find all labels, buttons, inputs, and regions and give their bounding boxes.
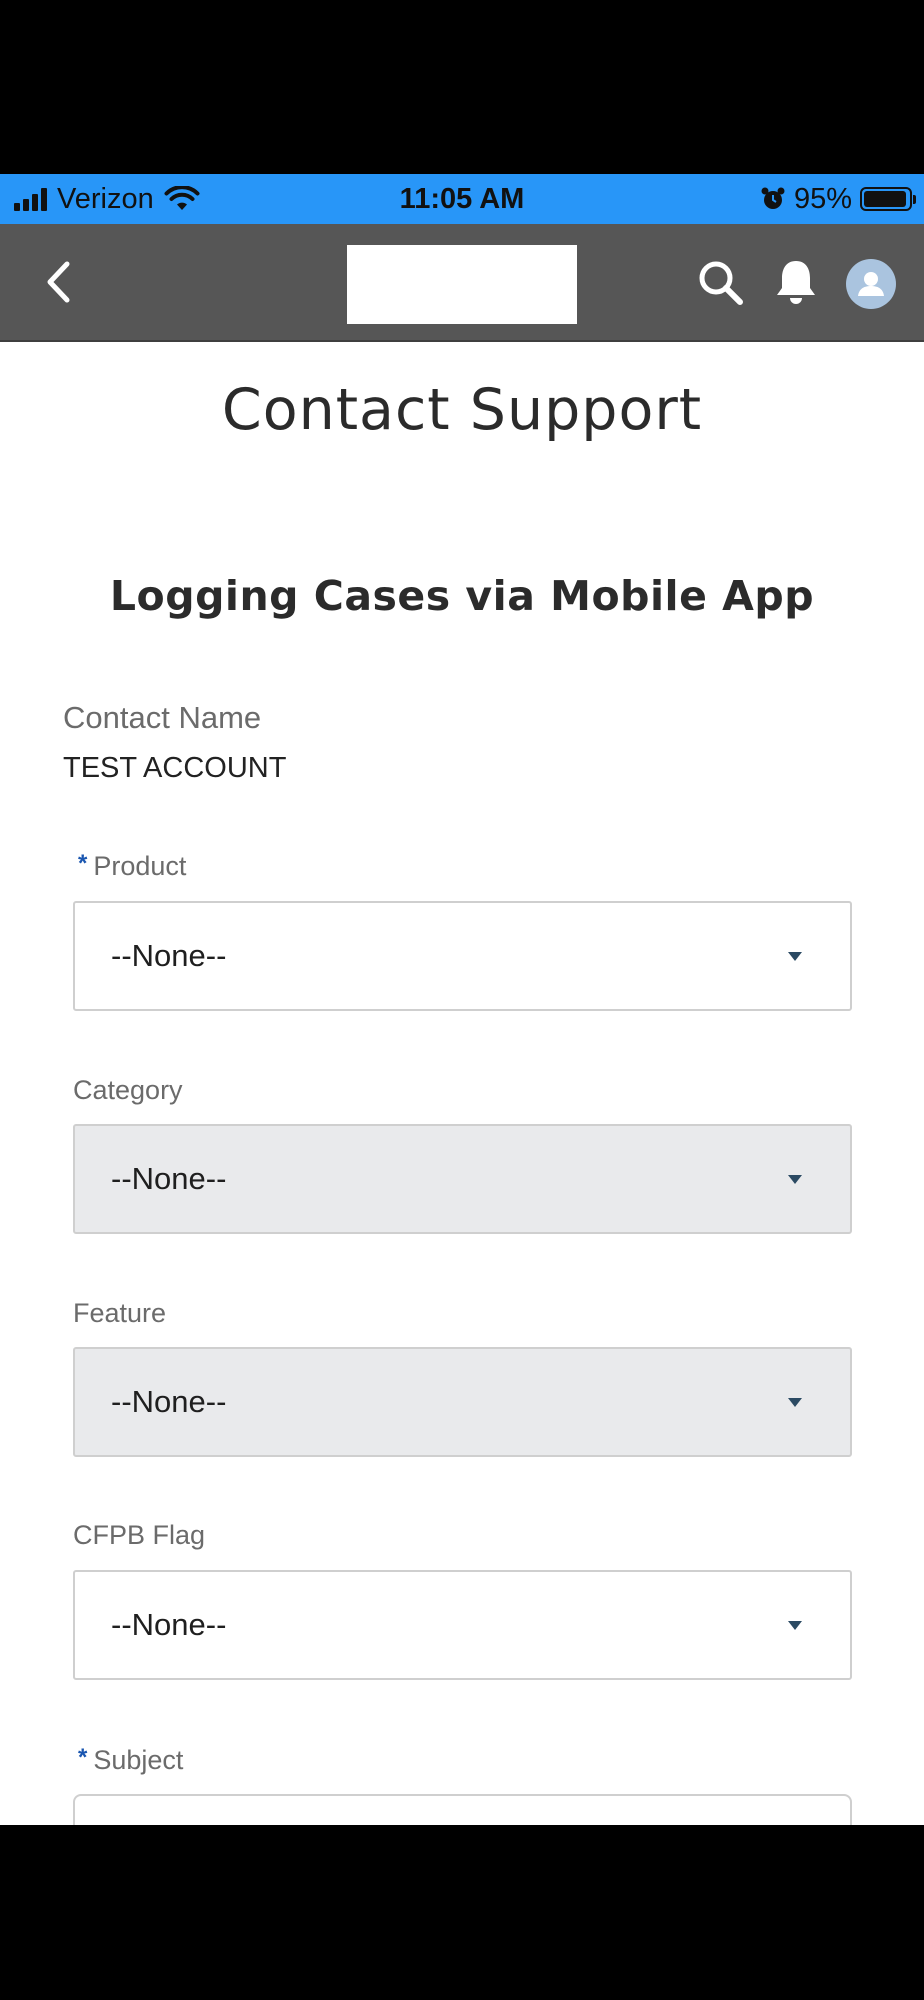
search-button[interactable] [696, 258, 746, 308]
battery-percent: 95% [793, 182, 852, 215]
battery-fill [864, 191, 906, 207]
chevron-left-icon [47, 261, 70, 303]
required-marker: * [78, 850, 88, 877]
battery-icon [860, 187, 916, 211]
subject-input[interactable] [73, 1794, 852, 1825]
section-title: Logging Cases via Mobile App [109, 572, 815, 620]
page-title: Contact Support [221, 377, 703, 443]
status-left: Verizon [14, 174, 200, 224]
app-logo [347, 245, 577, 324]
alarm-icon [761, 187, 785, 209]
status-bar: Verizon 11:05 AM 95% [0, 174, 924, 224]
feature-select[interactable]: --None-- [73, 1347, 852, 1457]
product-label: * Product [73, 850, 186, 882]
caret-down-icon [788, 952, 802, 961]
caret-down-icon [788, 1398, 802, 1407]
contact-name-label: Contact Name [63, 700, 262, 735]
product-label-text: Product [93, 851, 187, 881]
wifi-icon [164, 186, 200, 210]
feature-label: Feature [73, 1298, 167, 1328]
product-select-value: --None-- [111, 938, 227, 973]
carrier-name: Verizon [57, 182, 154, 215]
notifications-button[interactable] [770, 256, 822, 308]
cfpb-flag-select-value: --None-- [111, 1607, 227, 1642]
category-select-value: --None-- [111, 1161, 227, 1196]
cfpb-flag-label: CFPB Flag [73, 1520, 206, 1550]
bottom-letterbox [0, 1825, 924, 2000]
subject-label: * Subject [73, 1744, 183, 1776]
product-select[interactable]: --None-- [73, 901, 852, 1011]
user-avatar-icon [858, 272, 884, 296]
caret-down-icon [788, 1621, 802, 1630]
search-icon [699, 261, 743, 305]
subject-label-text: Subject [93, 1745, 184, 1775]
status-right: 95% [760, 174, 916, 224]
contact-name-value: TEST ACCOUNT [63, 752, 287, 784]
bell-icon [777, 261, 815, 304]
category-select[interactable]: --None-- [73, 1124, 852, 1234]
user-avatar-button[interactable] [846, 259, 896, 309]
top-letterbox [0, 0, 924, 174]
category-label: Category [73, 1075, 183, 1105]
feature-select-value: --None-- [111, 1384, 227, 1419]
cfpb-flag-select[interactable]: --None-- [73, 1570, 852, 1680]
required-marker: * [78, 1744, 88, 1771]
back-button[interactable] [30, 254, 86, 310]
caret-down-icon [788, 1175, 802, 1184]
main-content: Contact Support Logging Cases via Mobile… [0, 342, 924, 1825]
signal-strength-icon [14, 187, 47, 211]
nav-bar [0, 224, 924, 342]
